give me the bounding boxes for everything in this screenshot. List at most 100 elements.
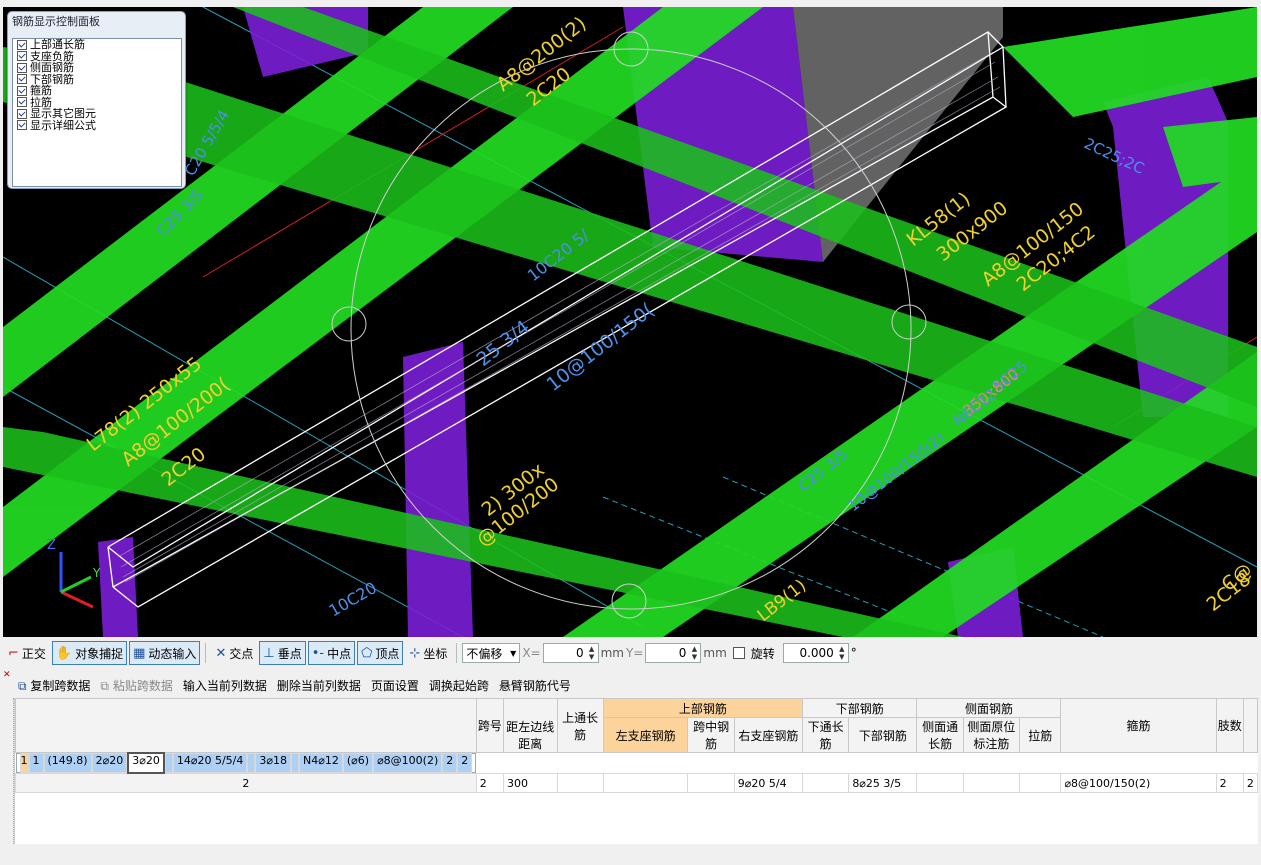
cell-mid[interactable] — [687, 773, 735, 793]
checkbox-checked-icon[interactable] — [17, 62, 27, 73]
cell-top-long[interactable] — [556, 773, 604, 793]
empty-cell — [603, 793, 688, 812]
empty-cell — [688, 793, 734, 812]
header-bottom-long[interactable]: 下通长筋 — [801, 717, 850, 753]
cell-s-orig[interactable]: N4⌀12 — [298, 753, 343, 773]
dynamic-input-button[interactable]: ▦ 动态输入 — [129, 641, 201, 665]
cell-tie[interactable]: (⌀6) — [342, 753, 374, 773]
ortho-icon: ⌐ — [8, 645, 19, 661]
paste-span-button[interactable]: ⧉ 粘贴跨数据 — [100, 677, 172, 694]
cell-mid[interactable] — [164, 753, 173, 773]
header-side-orig[interactable]: 侧面原位标注筋 — [962, 717, 1020, 753]
snap-toolbar: ⌐ 正交 ✋ 对象捕捉 ▦ 动态输入 ✕ 交点 ⊥ 垂点 •- 中点 ⬠ 顶点 ⊹ 坐标 不偏移… — [0, 639, 1261, 667]
cell-right[interactable]: 14⌀20 5/5/4 — [172, 753, 248, 773]
cell-left[interactable] — [602, 773, 689, 793]
rotate-input[interactable]: 0.000 ▲ ▼ — [782, 643, 849, 663]
empty-cell — [476, 847, 503, 865]
header-right-support[interactable]: 右支座钢筋 — [733, 717, 803, 753]
checkbox-checked-icon[interactable] — [17, 74, 27, 85]
cell-top-long[interactable]: 2⌀20 — [91, 753, 128, 773]
checkbox-checked-icon[interactable] — [17, 108, 27, 119]
spinner-icon[interactable]: ▲ ▼ — [587, 645, 597, 661]
cell-b-long[interactable] — [801, 773, 850, 793]
axis-z-label: Z — [47, 538, 56, 553]
checkbox-checked-icon[interactable] — [17, 120, 27, 131]
panel-item[interactable]: 侧面钢筋 — [13, 62, 181, 74]
empty-cell — [1019, 793, 1060, 812]
x-input[interactable]: 0 ▲ ▼ — [542, 643, 599, 663]
cell-legs[interactable]: 2 — [1215, 773, 1244, 793]
cell-dist[interactable]: 300 — [503, 773, 558, 793]
header-side-long[interactable]: 侧面通长筋 — [916, 717, 964, 753]
cell-s-orig[interactable] — [962, 773, 1020, 793]
checkbox-checked-icon[interactable] — [17, 51, 27, 62]
checkbox-checked-icon[interactable] — [17, 97, 27, 108]
panel-item[interactable]: 箍筋 — [13, 85, 181, 97]
rebar-3d-scene[interactable]: A8@200(2)2C20KL58(1)300x900A8@100/1502C2… — [3, 7, 1257, 637]
table-row[interactable]: 1 1 (149.8) 2⌀20 3⌀20 14⌀20 5/5/4 3⌀18 N4⌀12 (⌀6… — [15, 752, 477, 774]
intersection-snap-button[interactable]: ✕ 交点 — [211, 641, 257, 665]
cell-b-long[interactable] — [247, 753, 256, 773]
header-tie[interactable]: 拉筋 — [1018, 717, 1062, 753]
header-legs: 肢数 — [1215, 698, 1244, 753]
spinner-icon[interactable]: ▲ ▼ — [837, 645, 847, 661]
empty-cell — [1216, 811, 1243, 829]
empty-cell — [16, 793, 477, 812]
copy-span-button[interactable]: ⧉ 复制跨数据 — [18, 677, 90, 694]
panel-item[interactable]: 显示详细公式 — [13, 120, 181, 132]
delete-column-button[interactable]: 删除当前列数据 — [277, 677, 361, 694]
3d-viewport[interactable]: A8@200(2) 2C20 KL58(1) 300x900 A8@100/150 2C2… — [3, 7, 1257, 637]
cell-stirrup[interactable]: ⌀8@100/150(2) — [1060, 773, 1217, 793]
checkbox-checked-icon[interactable] — [17, 85, 27, 96]
y-input[interactable]: 0 ▲ ▼ — [645, 643, 702, 663]
header-left-support[interactable]: 左支座钢筋 — [602, 717, 689, 753]
empty-cell — [917, 847, 963, 865]
cell-b-bar[interactable]: 8⌀25 3/5 — [848, 773, 918, 793]
row-number[interactable]: 2 — [15, 773, 477, 793]
checkbox-checked-icon[interactable] — [17, 39, 27, 50]
rebar-annotation-label: 25 3/4 — [473, 316, 534, 371]
offset-select[interactable]: 不偏移 ▼ — [462, 643, 521, 663]
table-row[interactable]: 2 2 300 9⌀20 5/4 8⌀25 3/5 ⌀8@100/150(2) 2 2 — [15, 773, 1259, 793]
empty-cell — [734, 847, 802, 865]
cell-extra[interactable]: 2 — [457, 753, 473, 773]
cell-span[interactable]: 1 — [28, 753, 44, 773]
row-number[interactable]: 1 — [19, 753, 29, 773]
panel-item[interactable]: 上部通长筋 — [13, 39, 181, 51]
header-mid-span[interactable]: 跨中钢筋 — [687, 717, 735, 753]
panel-item[interactable]: 显示其它图元 — [13, 108, 181, 120]
cell-span[interactable]: 2 — [475, 773, 505, 793]
cell-s-long[interactable] — [290, 753, 299, 773]
ortho-button[interactable]: ⌐ 正交 — [4, 641, 50, 665]
page-setup-button[interactable]: 页面设置 — [371, 677, 419, 694]
vertex-icon: ⬠ — [361, 645, 373, 661]
header-group-top: 上部钢筋 — [602, 698, 803, 718]
empty-cell — [963, 811, 1019, 829]
cell-stirrup[interactable]: ⌀8@100(2) — [373, 753, 443, 773]
keyboard-icon: ▦ — [133, 645, 146, 661]
empty-cell — [734, 829, 802, 847]
swap-start-span-button[interactable]: 调换起始跨 — [429, 677, 489, 694]
cell-b-bar[interactable]: 3⌀18 — [255, 753, 291, 773]
vertex-snap-button[interactable]: ⬠ 顶点 — [357, 641, 404, 665]
cell-dist[interactable]: (149.8) — [43, 753, 92, 773]
perpendicular-snap-button[interactable]: ⊥ 垂点 — [259, 641, 306, 665]
empty-cell — [476, 793, 503, 812]
rotate-checkbox[interactable] — [732, 647, 745, 659]
cell-legs[interactable]: 2 — [442, 753, 458, 773]
coordinate-button[interactable]: ⊹ 坐标 — [405, 641, 451, 665]
cell-extra[interactable]: 2 — [1242, 773, 1259, 793]
cell-left[interactable]: 3⌀20 — [127, 752, 165, 774]
cell-s-long[interactable] — [916, 773, 964, 793]
axis-y-label: Y — [92, 566, 101, 580]
midpoint-snap-button[interactable]: •- 中点 — [307, 641, 356, 665]
empty-cell — [688, 811, 734, 829]
input-column-button[interactable]: 输入当前列数据 — [183, 677, 267, 694]
cantilever-code-button[interactable]: 悬臂钢筋代号 — [499, 677, 571, 694]
header-bottom-bar[interactable]: 下部钢筋 — [848, 717, 918, 753]
cell-tie[interactable] — [1018, 773, 1062, 793]
cell-right[interactable]: 9⌀20 5/4 — [733, 773, 803, 793]
spinner-icon[interactable]: ▲ ▼ — [689, 645, 699, 661]
object-snap-button[interactable]: ✋ 对象捕捉 — [51, 641, 128, 665]
rebar-display-panel: 钢筋显示控制面板 上部通长筋 支座负筋 侧面钢筋 下部钢筋 箍筋 拉筋 显示其它图元 显示详细… — [7, 11, 186, 189]
